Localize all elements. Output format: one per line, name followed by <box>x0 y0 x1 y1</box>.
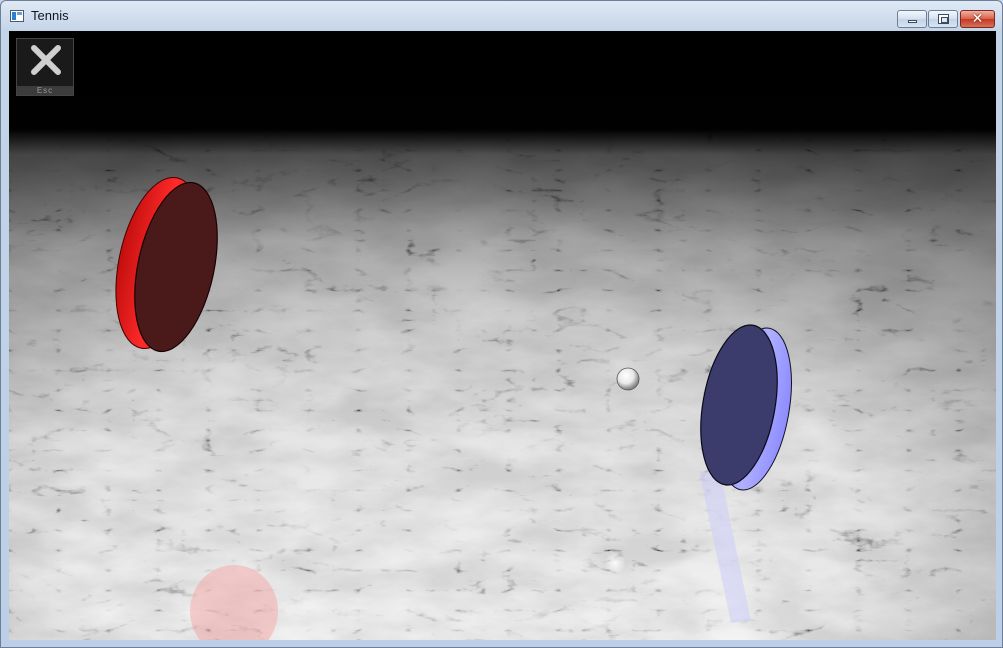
restore-button[interactable] <box>928 10 958 28</box>
close-icon: ✕ <box>971 10 984 26</box>
app-window: Tennis ✕ Esc <box>0 0 1003 648</box>
title-bar[interactable]: Tennis ✕ <box>1 1 1002 31</box>
ball-reflection <box>605 553 625 573</box>
close-x-icon <box>31 45 61 75</box>
window-title: Tennis <box>31 8 69 23</box>
minimize-icon <box>908 20 917 23</box>
esc-label: Esc <box>17 86 73 95</box>
game-viewport[interactable]: Esc <box>9 31 996 640</box>
close-button[interactable]: ✕ <box>960 10 995 28</box>
app-window-icon[interactable] <box>10 10 24 22</box>
minimize-button[interactable] <box>897 10 927 28</box>
esc-button[interactable]: Esc <box>16 38 74 96</box>
restore-icon <box>938 14 949 24</box>
tennis-ball <box>616 367 640 391</box>
game-scene <box>9 31 996 640</box>
